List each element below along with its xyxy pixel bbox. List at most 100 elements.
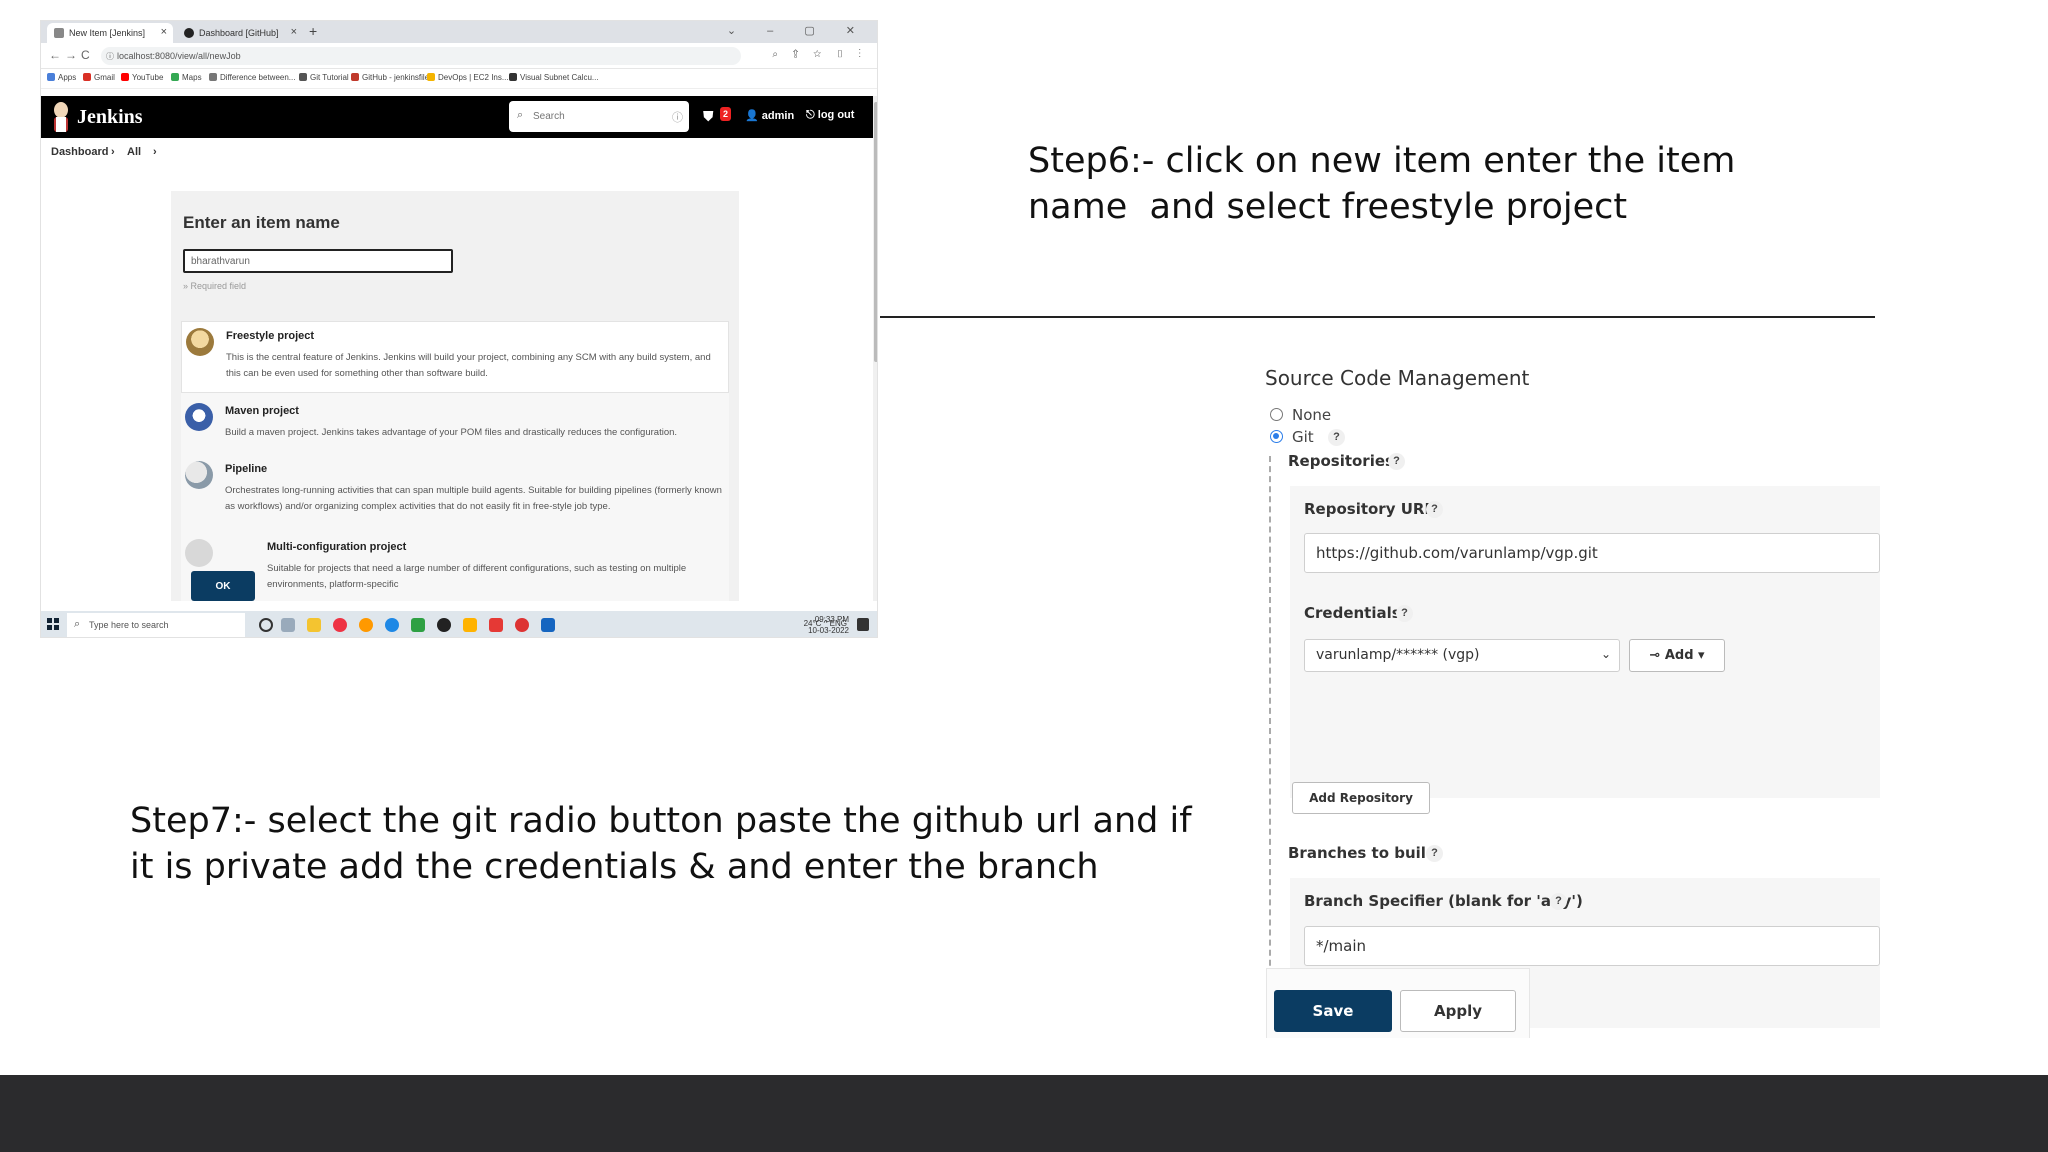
security-shield-icon[interactable]: ⛊ bbox=[703, 108, 714, 125]
item-type-maven[interactable]: Maven project Build a maven project. Jen… bbox=[181, 397, 729, 453]
bookmark-label: GitHub - jenkinsfile bbox=[362, 73, 430, 82]
help-icon[interactable]: ? bbox=[1426, 845, 1443, 862]
edge-icon[interactable] bbox=[385, 618, 399, 632]
key-icon: ⊸ bbox=[1649, 648, 1665, 663]
browser-tab-new-item[interactable]: New Item [Jenkins] × bbox=[47, 23, 173, 43]
scm-screenshot: Source Code Management None Git ? Reposi… bbox=[1262, 358, 1880, 1038]
scm-section-title: Source Code Management bbox=[1265, 366, 1530, 390]
vscode-icon[interactable] bbox=[541, 618, 555, 632]
web-icon bbox=[427, 73, 435, 81]
scm-git-radio[interactable] bbox=[1270, 430, 1283, 443]
app-icon[interactable] bbox=[489, 618, 503, 632]
item-name-input[interactable] bbox=[183, 249, 453, 273]
widgets-icon[interactable] bbox=[281, 618, 295, 632]
ok-button[interactable]: OK bbox=[191, 571, 255, 601]
app-icon[interactable] bbox=[411, 618, 425, 632]
item-type-freestyle[interactable]: Freestyle project This is the central fe… bbox=[181, 321, 729, 393]
slide: New Item [Jenkins] × Dashboard [GitHub] … bbox=[0, 0, 2048, 1152]
repository-url-input[interactable] bbox=[1304, 533, 1880, 573]
item-type-description: Build a maven project. Jenkins takes adv… bbox=[225, 427, 678, 438]
page-scrollbar[interactable] bbox=[873, 96, 877, 601]
jenkins-search-input[interactable] bbox=[533, 108, 663, 124]
logout-link[interactable]: ⎋ log out bbox=[806, 109, 854, 122]
help-icon[interactable]: ? bbox=[1396, 605, 1413, 622]
app-icon[interactable] bbox=[515, 618, 529, 632]
forward-icon[interactable]: → bbox=[65, 48, 77, 62]
branch-specifier-label: Branch Specifier (blank for 'any') bbox=[1304, 892, 1583, 910]
tab-label: New Item [Jenkins] bbox=[69, 28, 146, 38]
item-type-name: Pipeline bbox=[225, 463, 268, 475]
bookmark-label: DevOps | EC2 Ins... bbox=[438, 73, 509, 82]
branch-specifier-input[interactable] bbox=[1304, 926, 1880, 966]
taskbar-clock[interactable]: 09:33 PM 10-03-2022 bbox=[808, 614, 849, 636]
scm-none-radio[interactable] bbox=[1270, 408, 1283, 421]
bookmark-item[interactable]: GitHub - jenkinsfile bbox=[351, 73, 429, 82]
app-icon[interactable] bbox=[463, 618, 477, 632]
item-type-name: Maven project bbox=[225, 405, 299, 417]
tab-close-icon[interactable]: × bbox=[161, 26, 167, 38]
add-repository-button[interactable]: Add Repository bbox=[1292, 782, 1430, 814]
back-icon[interactable]: ← bbox=[49, 48, 61, 62]
item-type-description: Orchestrates long-running activities tha… bbox=[225, 485, 722, 512]
bookmark-label: Maps bbox=[182, 73, 202, 82]
breadcrumb-separator[interactable]: › bbox=[153, 146, 157, 158]
breadcrumb-all[interactable]: All bbox=[127, 146, 141, 158]
url-text: localhost:8080/view/all/newJob bbox=[117, 51, 241, 61]
jenkins-brand[interactable]: Jenkins bbox=[77, 106, 143, 129]
maps-icon bbox=[171, 73, 179, 81]
item-type-description: This is the central feature of Jenkins. … bbox=[226, 352, 711, 379]
item-type-name: Multi-configuration project bbox=[267, 541, 407, 553]
user-icon: 👤 bbox=[745, 110, 762, 122]
bookmark-item[interactable]: YouTube bbox=[121, 73, 163, 82]
repositories-label: Repositories bbox=[1288, 452, 1394, 470]
item-type-multi-configuration[interactable]: Multi-configuration project Suitable for… bbox=[181, 533, 729, 593]
bookmark-item[interactable]: Git Tutorial bbox=[299, 73, 349, 82]
maven-project-icon bbox=[185, 403, 213, 431]
chrome-icon[interactable] bbox=[359, 618, 373, 632]
browser-tab-github[interactable]: Dashboard [GitHub] × bbox=[177, 23, 303, 43]
url-field[interactable]: ⓘ localhost:8080/view/all/newJob bbox=[101, 47, 741, 65]
bookmark-item[interactable]: DevOps | EC2 Ins... bbox=[427, 73, 509, 82]
app-icon[interactable] bbox=[437, 618, 451, 632]
bookmark-item[interactable]: Difference between... bbox=[209, 73, 295, 82]
jenkins-logo-icon bbox=[54, 102, 68, 132]
app-icon[interactable] bbox=[333, 618, 347, 632]
window-controls[interactable]: ⌄ – ▢ ✕ bbox=[727, 24, 869, 37]
task-view-icon[interactable] bbox=[259, 618, 273, 632]
windows-start-icon[interactable] bbox=[47, 618, 59, 630]
breadcrumb-separator[interactable]: › bbox=[111, 146, 115, 158]
info-icon: ⓘ bbox=[106, 52, 114, 61]
help-icon[interactable]: ? bbox=[1426, 501, 1443, 518]
save-button[interactable]: Save bbox=[1274, 990, 1392, 1032]
notification-icon[interactable] bbox=[857, 618, 869, 631]
breadcrumb-dashboard[interactable]: Dashboard bbox=[51, 146, 108, 158]
address-bar-row: ← → C ⓘ localhost:8080/view/all/newJob ⌕… bbox=[41, 43, 877, 69]
credentials-select[interactable]: varunlamp/****** (vgp) ⌄ bbox=[1304, 639, 1620, 672]
pipeline-icon bbox=[185, 461, 213, 489]
bookmark-item[interactable]: Gmail bbox=[83, 73, 115, 82]
bookmark-label: Apps bbox=[58, 73, 77, 82]
item-type-pipeline[interactable]: Pipeline Orchestrates long-running activ… bbox=[181, 455, 729, 525]
scrollbar-thumb[interactable] bbox=[874, 102, 877, 362]
alert-count-badge[interactable]: 2 bbox=[720, 107, 732, 121]
help-icon[interactable]: ? bbox=[1550, 893, 1567, 910]
user-link[interactable]: 👤 admin bbox=[745, 109, 794, 122]
browser-screenshot: New Item [Jenkins] × Dashboard [GitHub] … bbox=[40, 20, 878, 638]
help-icon[interactable]: ? bbox=[1388, 453, 1405, 470]
jenkins-header: Jenkins ⌕ ⓘ ⛊ 2 👤 admin ⎋ log out bbox=[41, 96, 873, 138]
new-item-panel: Enter an item name » Required field Free… bbox=[171, 191, 739, 601]
file-explorer-icon[interactable] bbox=[307, 618, 321, 632]
bookmark-item[interactable]: Maps bbox=[171, 73, 202, 82]
taskbar-search[interactable]: ⌕ Type here to search bbox=[67, 613, 245, 637]
browser-toolbar-icons[interactable]: ⌕ ⇪ ☆ ▯ ⋮ bbox=[772, 49, 867, 60]
help-icon[interactable]: ? bbox=[1328, 429, 1345, 446]
add-credentials-button[interactable]: ⊸ Add ▾ bbox=[1629, 639, 1725, 672]
jenkins-search-box[interactable]: ⌕ ⓘ bbox=[509, 101, 689, 132]
reload-icon[interactable]: C bbox=[81, 48, 90, 62]
tab-close-icon[interactable]: × bbox=[291, 26, 297, 38]
new-tab-button[interactable]: + bbox=[309, 23, 317, 39]
help-circle-icon[interactable]: ⓘ bbox=[672, 109, 683, 125]
apply-button[interactable]: Apply bbox=[1400, 990, 1516, 1032]
bookmark-item[interactable]: Visual Subnet Calcu... bbox=[509, 73, 599, 82]
bookmark-item[interactable]: Apps bbox=[47, 73, 76, 82]
